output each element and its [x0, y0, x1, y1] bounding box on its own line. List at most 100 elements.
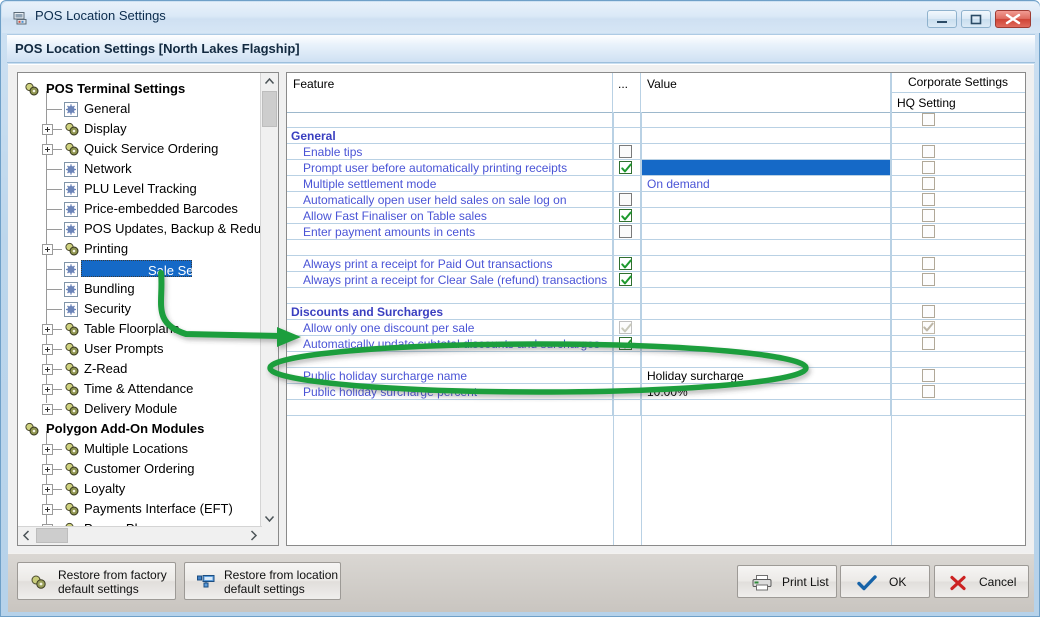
- tree-expander-plus-icon[interactable]: [42, 124, 53, 135]
- tree-expander-plus-icon[interactable]: [42, 344, 53, 355]
- tree-item-bundling[interactable]: Bundling: [18, 279, 262, 299]
- hq-setting-checkbox[interactable]: [922, 369, 935, 382]
- table-row[interactable]: Always print a receipt for Clear Sale (r…: [287, 272, 1025, 288]
- cell-value[interactable]: [641, 336, 891, 351]
- maximize-button[interactable]: [961, 10, 991, 28]
- cell-hq-setting[interactable]: [891, 144, 1025, 159]
- tree-item-user-prompts[interactable]: User Prompts: [18, 339, 262, 359]
- tree-item-loyalty[interactable]: Loyalty: [18, 479, 262, 499]
- hq-setting-checkbox[interactable]: [922, 209, 935, 222]
- feature-checkbox[interactable]: [619, 337, 632, 350]
- tree-item-pos-terminal-settings[interactable]: POS Terminal Settings: [18, 79, 262, 99]
- column-header-value[interactable]: Value: [641, 73, 891, 112]
- feature-checkbox[interactable]: [619, 161, 632, 174]
- table-row[interactable]: Public holiday surcharge percent 10.00%: [287, 384, 1025, 400]
- column-header-feature[interactable]: Feature: [287, 73, 613, 112]
- tree-horizontal-scrollbar[interactable]: [18, 526, 262, 545]
- hq-setting-checkbox[interactable]: [922, 145, 935, 158]
- tree-expander-plus-icon[interactable]: [42, 324, 53, 335]
- tree-expander-plus-icon[interactable]: [42, 364, 53, 375]
- tree-item-security[interactable]: Security: [18, 299, 262, 319]
- tree-horizontal-scroll-thumb[interactable]: [36, 528, 68, 543]
- cell-value[interactable]: On demand: [641, 176, 891, 191]
- restore-factory-defaults-button[interactable]: Restore from factory default settings: [17, 562, 176, 600]
- hq-setting-checkbox[interactable]: [922, 273, 935, 286]
- cell-value[interactable]: [641, 224, 891, 239]
- tree-item-general[interactable]: General: [18, 99, 262, 119]
- table-row[interactable]: Enable tips: [287, 144, 1025, 160]
- cell-value[interactable]: [641, 320, 891, 335]
- hq-setting-checkbox[interactable]: [922, 385, 935, 398]
- cell-checkbox[interactable]: [613, 272, 641, 287]
- column-header-dots[interactable]: ...: [613, 73, 641, 112]
- feature-checkbox[interactable]: [619, 209, 632, 222]
- cell-value[interactable]: [641, 272, 891, 287]
- cell-value[interactable]: [641, 256, 891, 271]
- table-row[interactable]: Multiple settlement mode On demand: [287, 176, 1025, 192]
- cell-checkbox[interactable]: [613, 256, 641, 271]
- cell-value[interactable]: [641, 144, 891, 159]
- tree-item-printing[interactable]: Printing: [18, 239, 262, 259]
- scroll-up-icon[interactable]: [261, 73, 278, 90]
- tree-item-quick-service-ordering[interactable]: Quick Service Ordering: [18, 139, 262, 159]
- close-button[interactable]: [995, 10, 1031, 28]
- tree-item-sale-settlement[interactable]: Sale Settlement: [18, 259, 262, 279]
- minimize-button[interactable]: [927, 10, 957, 28]
- cell-hq-setting[interactable]: [891, 176, 1025, 191]
- feature-checkbox[interactable]: [619, 257, 632, 270]
- tree-expander-plus-icon[interactable]: [42, 484, 53, 495]
- scroll-down-icon[interactable]: [261, 510, 278, 527]
- table-row[interactable]: Enter payment amounts in cents: [287, 224, 1025, 240]
- tree-item-display[interactable]: Display: [18, 119, 262, 139]
- cancel-button[interactable]: Cancel: [934, 565, 1029, 598]
- cell-hq-setting[interactable]: [891, 272, 1025, 287]
- table-row[interactable]: Allow only one discount per sale: [287, 320, 1025, 336]
- table-row[interactable]: Automatically update subtotal discounts …: [287, 336, 1025, 352]
- cell-value[interactable]: 10.00%: [641, 384, 891, 399]
- tree-expander-plus-icon[interactable]: [42, 244, 53, 255]
- tree-expander-plus-icon[interactable]: [42, 384, 53, 395]
- cell-hq-setting[interactable]: [891, 336, 1025, 351]
- hq-setting-checkbox[interactable]: [922, 321, 935, 334]
- cell-hq-setting[interactable]: [891, 160, 1025, 175]
- tree-item-payments-interface-eft[interactable]: Payments Interface (EFT): [18, 499, 262, 519]
- tree-item-delivery-module[interactable]: Delivery Module: [18, 399, 262, 419]
- ok-button[interactable]: OK: [840, 565, 930, 598]
- cell-value[interactable]: [641, 160, 891, 175]
- hq-setting-checkbox[interactable]: [922, 177, 935, 190]
- feature-checkbox[interactable]: [619, 225, 632, 238]
- cell-hq-setting[interactable]: [891, 304, 1025, 319]
- cell-checkbox[interactable]: [613, 208, 641, 223]
- cell-checkbox[interactable]: [613, 144, 641, 159]
- settings-tree[interactable]: POS Terminal Settings General Display Quick…: [17, 72, 279, 546]
- cell-value[interactable]: Holiday surcharge: [641, 368, 891, 383]
- cell-hq-setting[interactable]: [891, 208, 1025, 223]
- tree-vertical-scroll-thumb[interactable]: [262, 91, 277, 127]
- tree-item-multiple-locations[interactable]: Multiple Locations: [18, 439, 262, 459]
- cell-hq-setting[interactable]: [891, 224, 1025, 239]
- table-row[interactable]: Allow Fast Finaliser on Table sales: [287, 208, 1025, 224]
- feature-checkbox[interactable]: [619, 273, 632, 286]
- cell-checkbox[interactable]: [613, 224, 641, 239]
- tree-item-table-floorplans[interactable]: Table Floorplans: [18, 319, 262, 339]
- cell-checkbox[interactable]: [613, 336, 641, 351]
- cell-value[interactable]: [641, 192, 891, 207]
- cell-checkbox[interactable]: [613, 192, 641, 207]
- cell-hq-setting[interactable]: [891, 112, 1025, 127]
- cell-hq-setting[interactable]: [891, 384, 1025, 399]
- scroll-left-icon[interactable]: [18, 527, 35, 544]
- restore-location-defaults-button[interactable]: Restore from location default settings: [184, 562, 341, 600]
- cell-checkbox[interactable]: [613, 320, 641, 335]
- tree-expander-plus-icon[interactable]: [42, 144, 53, 155]
- feature-checkbox[interactable]: [619, 145, 632, 158]
- tree-item-polygon-add-on-modules[interactable]: Polygon Add-On Modules: [18, 419, 262, 439]
- table-row[interactable]: Public holiday surcharge name Holiday sur…: [287, 368, 1025, 384]
- hq-setting-checkbox[interactable]: [922, 225, 935, 238]
- tree-item-plu-level-tracking[interactable]: PLU Level Tracking: [18, 179, 262, 199]
- print-list-button[interactable]: Print List: [737, 565, 837, 598]
- tree-expander-plus-icon[interactable]: [42, 504, 53, 515]
- cell-hq-setting[interactable]: [891, 256, 1025, 271]
- table-row[interactable]: Automatically open user held sales on sa…: [287, 192, 1025, 208]
- feature-checkbox[interactable]: [619, 193, 632, 206]
- tree-item-customer-ordering[interactable]: Customer Ordering: [18, 459, 262, 479]
